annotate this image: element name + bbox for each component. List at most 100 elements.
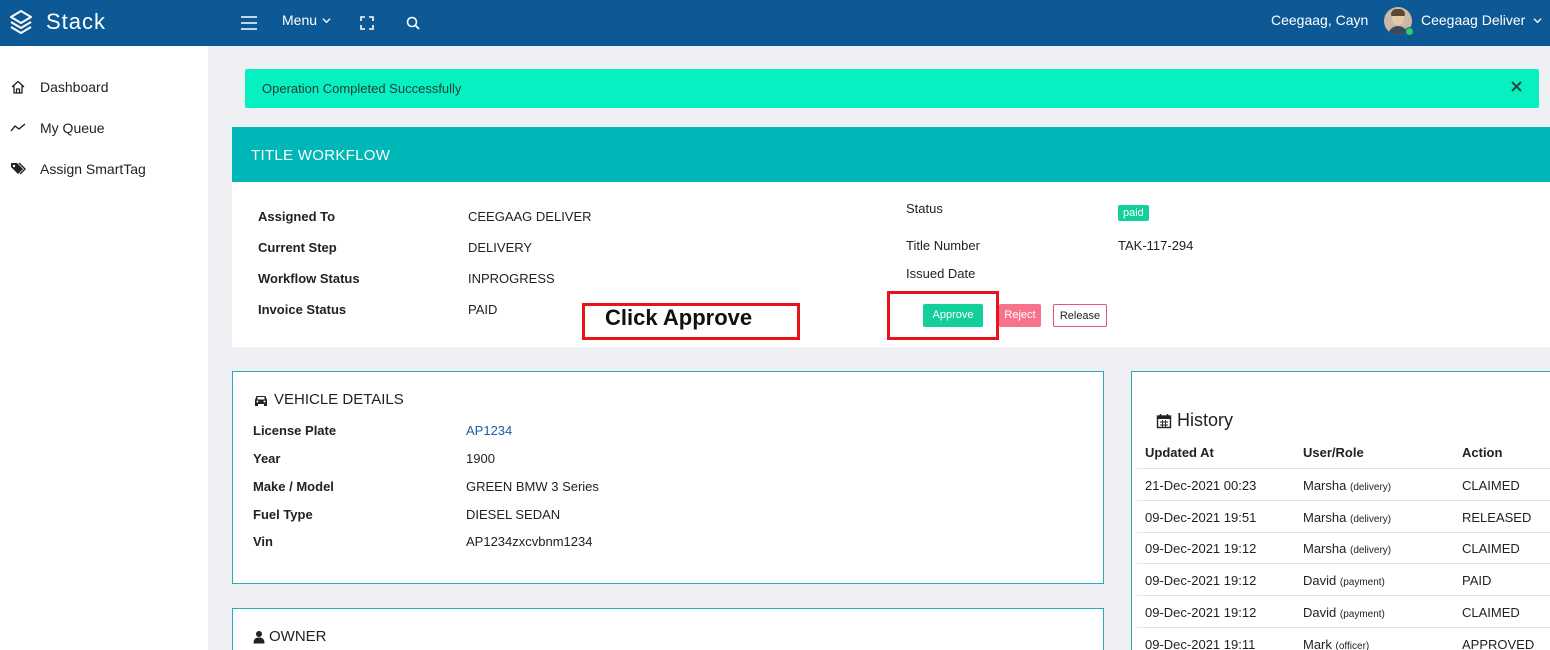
user-role: (payment) <box>1339 609 1385 620</box>
user-name: Ceegaag, Cayn <box>1271 12 1369 28</box>
role-label: Ceegaag Deliver <box>1421 12 1526 28</box>
updated-at-cell: 21-Dec-2021 00:23 <box>1145 478 1257 493</box>
fuel-type-label: Fuel Type <box>253 507 313 522</box>
header-divider <box>1137 468 1550 469</box>
avatar-hair <box>1391 9 1405 16</box>
alert-text: Operation Completed Successfully <box>262 81 462 96</box>
history-card: History Updated At User/Role Action 21-D… <box>1131 371 1550 650</box>
user-role-cell: Marsha (delivery) <box>1303 541 1391 556</box>
trend-icon <box>10 123 26 132</box>
year-label: Year <box>253 451 281 466</box>
user-role-cell: Marsha (delivery) <box>1303 478 1391 493</box>
user-name: Marsha <box>1303 478 1347 493</box>
vehicle-details-card: VEHICLE DETAILS License Plate AP1234 Yea… <box>232 371 1104 584</box>
online-status-dot <box>1405 27 1414 36</box>
menu-dropdown[interactable]: Menu <box>282 12 331 28</box>
home-icon <box>11 80 25 94</box>
success-alert: Operation Completed Successfully <box>245 69 1539 108</box>
user-name: David <box>1303 605 1337 620</box>
workflow-status-value: INPROGRESS <box>468 271 555 286</box>
role-dropdown[interactable]: Ceegaag Deliver <box>1421 12 1542 28</box>
action-cell: CLAIMED <box>1462 605 1520 620</box>
assigned-to-label: Assigned To <box>258 209 336 224</box>
column-header-action: Action <box>1462 445 1503 460</box>
assigned-to-value: CEEGAAG DELIVER <box>468 209 592 224</box>
user-name: Marsha <box>1303 510 1347 525</box>
annotation-approve-highlight <box>887 291 999 340</box>
owner-card: OWNER <box>232 608 1104 650</box>
license-plate-link[interactable]: AP1234 <box>466 423 512 438</box>
workflow-header: TITLE WORKFLOW <box>232 127 1550 182</box>
user-role-cell: Mark (officer) <box>1303 637 1369 650</box>
calendar-icon <box>1156 413 1172 428</box>
release-button[interactable]: Release <box>1053 304 1107 327</box>
action-cell: RELEASED <box>1462 510 1532 525</box>
sidebar-item-my-queue[interactable]: My Queue <box>10 120 105 136</box>
user-role: (officer) <box>1335 641 1370 650</box>
license-plate-label: License Plate <box>253 423 337 438</box>
invoice-status-label: Invoice Status <box>258 302 347 317</box>
current-step-value: DELIVERY <box>468 240 533 255</box>
fullscreen-icon[interactable] <box>356 12 378 34</box>
owner-title: OWNER <box>253 628 327 645</box>
user-role-cell: David (payment) <box>1303 605 1385 620</box>
sidebar: Dashboard My Queue Assign SmartTag <box>0 46 208 650</box>
user-name: David <box>1303 573 1337 588</box>
user-name: Mark <box>1303 637 1332 650</box>
updated-at-cell: 09-Dec-2021 19:12 <box>1145 573 1257 588</box>
vin-value: AP1234zxcvbnm1234 <box>466 534 593 549</box>
stack-logo-icon <box>10 10 32 34</box>
make-model-label: Make / Model <box>253 479 334 494</box>
issued-date-label: Issued Date <box>906 266 976 281</box>
sidebar-item-label: My Queue <box>40 120 105 136</box>
row-divider <box>1137 500 1550 501</box>
invoice-status-value: PAID <box>468 302 498 317</box>
fuel-type-value: DIESEL SEDAN <box>466 507 561 522</box>
updated-at-cell: 09-Dec-2021 19:51 <box>1145 510 1257 525</box>
sidebar-item-assign-smarttag[interactable]: Assign SmartTag <box>10 161 146 177</box>
user-role-cell: Marsha (delivery) <box>1303 510 1391 525</box>
close-icon[interactable] <box>1510 80 1523 93</box>
sidebar-item-label: Dashboard <box>40 79 109 95</box>
user-role: (delivery) <box>1349 545 1392 556</box>
action-cell: CLAIMED <box>1462 541 1520 556</box>
sidebar-item-dashboard[interactable]: Dashboard <box>10 79 109 95</box>
brand[interactable]: Stack <box>8 8 106 36</box>
chevron-down-icon <box>1533 17 1542 23</box>
current-step-label: Current Step <box>258 240 337 255</box>
car-icon <box>255 395 267 406</box>
make-model-value: GREEN BMW 3 Series <box>466 479 599 494</box>
vehicle-details-title: VEHICLE DETAILS <box>253 391 404 408</box>
brand-name: Stack <box>46 9 107 34</box>
top-bar: Stack Menu Ceegaag, Cayn Ceegaag Deliver <box>0 0 1550 46</box>
search-icon[interactable] <box>402 12 424 34</box>
status-label: Status <box>906 201 943 216</box>
action-cell: PAID <box>1462 573 1492 588</box>
user-role: (payment) <box>1339 577 1385 588</box>
history-title-text: History <box>1177 410 1234 430</box>
vin-label: Vin <box>253 534 273 549</box>
column-header-updated-at: Updated At <box>1145 445 1214 460</box>
title-number-label: Title Number <box>906 238 980 253</box>
user-role-cell: David (payment) <box>1303 573 1385 588</box>
row-divider <box>1137 627 1550 628</box>
user-role: (delivery) <box>1349 482 1392 493</box>
row-divider <box>1137 532 1550 533</box>
reject-button[interactable]: Reject <box>999 304 1041 327</box>
menu-label: Menu <box>282 12 318 28</box>
tags-icon <box>11 162 26 175</box>
row-divider <box>1137 595 1550 596</box>
title-number-value: TAK-117-294 <box>1118 238 1194 253</box>
column-header-user-role: User/Role <box>1303 445 1364 460</box>
row-divider <box>1137 563 1550 564</box>
owner-title-text: OWNER <box>269 628 327 645</box>
updated-at-cell: 09-Dec-2021 19:11 <box>1145 637 1256 650</box>
user-icon <box>253 630 265 643</box>
hamburger-icon[interactable] <box>238 12 260 34</box>
chevron-down-icon <box>322 17 331 23</box>
action-cell: CLAIMED <box>1462 478 1520 493</box>
history-title: History <box>1156 410 1233 431</box>
action-cell: APPROVED <box>1462 637 1535 650</box>
user-role: (delivery) <box>1349 514 1392 525</box>
year-value: 1900 <box>466 451 495 466</box>
